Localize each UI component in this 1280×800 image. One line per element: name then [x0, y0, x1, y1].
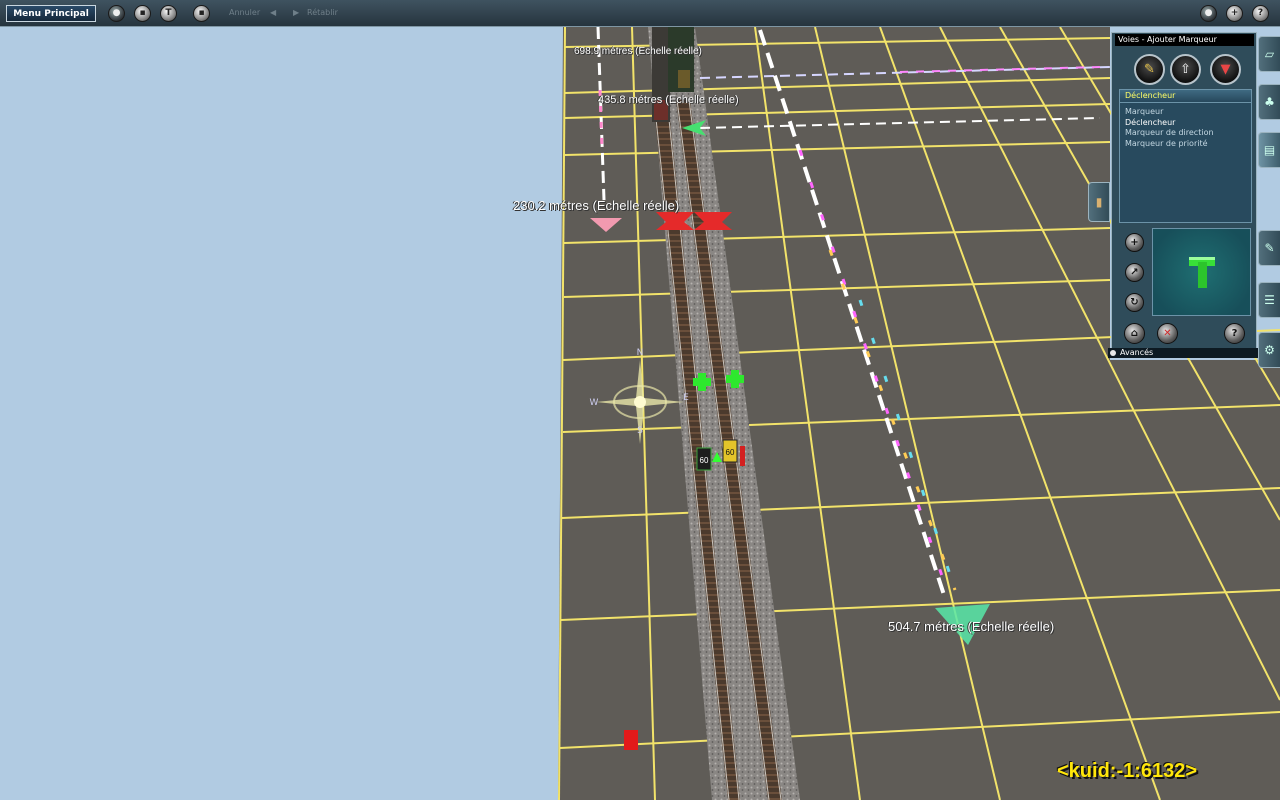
main-menu-button[interactable]: Menu Principal: [6, 5, 96, 22]
list-item[interactable]: Marqueur: [1120, 107, 1251, 118]
trash-icon[interactable]: ▪: [193, 5, 210, 22]
svg-text:W: W: [590, 398, 599, 408]
tab-tools[interactable]: ✎: [1258, 230, 1280, 266]
home-icon[interactable]: ⌂: [1124, 323, 1145, 344]
advanced-label: Avancés: [1120, 348, 1154, 357]
kuid-readout: <kuid:-1:6132>: [1057, 760, 1198, 782]
panel-title: Voies - Ajouter Marqueur: [1115, 34, 1254, 46]
marker-tool-icon[interactable]: ✎: [1134, 54, 1165, 85]
tab-layers[interactable]: ☰: [1258, 282, 1280, 318]
trigger-tool-icon[interactable]: ⇧: [1170, 54, 1201, 85]
distance-label: 504.7 métres (Echelle réelle): [888, 619, 1055, 634]
tab-settings[interactable]: ⚙: [1258, 332, 1280, 368]
terrain-icon: ▱: [1264, 47, 1275, 61]
rotate-icon[interactable]: ↻: [1125, 293, 1144, 312]
advanced-toggle[interactable]: Avancés: [1108, 348, 1258, 358]
distance-label: 698.9 métres (Echelle réelle): [574, 46, 702, 57]
marker-preview: [1152, 228, 1251, 316]
world-view[interactable]: 60 60 N S E W 698.9 métres (Echelle réel…: [0, 27, 1280, 800]
redo-arrow-icon: ▶: [293, 8, 300, 17]
plus-icon[interactable]: +: [1226, 5, 1243, 22]
svg-text:S: S: [637, 426, 643, 436]
distance-label: 230.2 métres (Echelle réelle): [513, 198, 680, 213]
tab-terrain[interactable]: ▱: [1258, 36, 1280, 72]
undo-arrow-icon: ◀: [270, 8, 277, 17]
redo-button[interactable]: Rétablir: [307, 8, 338, 17]
help-icon[interactable]: ?: [1252, 5, 1269, 22]
trigger-preview-icon: [1189, 257, 1215, 288]
add-icon[interactable]: +: [1125, 233, 1144, 252]
list-item[interactable]: Déclencheur: [1120, 118, 1251, 129]
terrain-svg: 60 60 N S E W: [558, 27, 1280, 800]
svg-text:E: E: [683, 393, 689, 403]
rail-icon: ▮: [1095, 195, 1103, 209]
gear-icon: ⚙: [1264, 343, 1275, 357]
top-toolbar: Menu Principal ● ▪ T ▪ Annuler ◀ ▶ Rétab…: [0, 0, 1280, 27]
save-icon[interactable]: ▪: [134, 5, 151, 22]
camera-icon[interactable]: ●: [1200, 5, 1217, 22]
move-icon[interactable]: ↗: [1125, 263, 1144, 282]
distance-label: 435.8 métres (Echelle réelle): [598, 94, 739, 106]
tools-icon[interactable]: T: [160, 5, 177, 22]
speed-sign-text-2: 60: [726, 448, 735, 457]
tab-scenery[interactable]: ♣: [1258, 84, 1280, 120]
marker-type-list: Marqueur Déclencheur Marqueur de directi…: [1119, 103, 1252, 223]
list-item[interactable]: Marqueur de priorité: [1120, 139, 1251, 150]
panel-collapse-tab[interactable]: ▮: [1088, 182, 1110, 222]
speed-sign-text-1: 60: [700, 456, 709, 465]
delete-marker-tool-icon[interactable]: ▼: [1210, 54, 1241, 85]
track-icon: ▤: [1263, 143, 1276, 157]
tab-tracks[interactable]: ▤: [1258, 132, 1280, 168]
globe-icon[interactable]: ●: [108, 5, 125, 22]
expand-dot-icon: [1110, 350, 1116, 356]
red-marker[interactable]: [624, 730, 638, 750]
selected-type-header: Déclencheur: [1119, 89, 1252, 103]
undo-button[interactable]: Annuler: [229, 8, 260, 17]
marker-panel: Voies - Ajouter Marqueur ✎ ⇧ ▼ Déclenche…: [1111, 32, 1257, 358]
svg-text:N: N: [637, 348, 644, 358]
wrench-icon: ✎: [1264, 241, 1275, 255]
layers-icon: ☰: [1264, 293, 1275, 307]
close-icon[interactable]: ✕: [1157, 323, 1178, 344]
list-item[interactable]: Marqueur de direction: [1120, 128, 1251, 139]
tree-icon: ♣: [1264, 95, 1275, 109]
help-icon[interactable]: ?: [1224, 323, 1245, 344]
